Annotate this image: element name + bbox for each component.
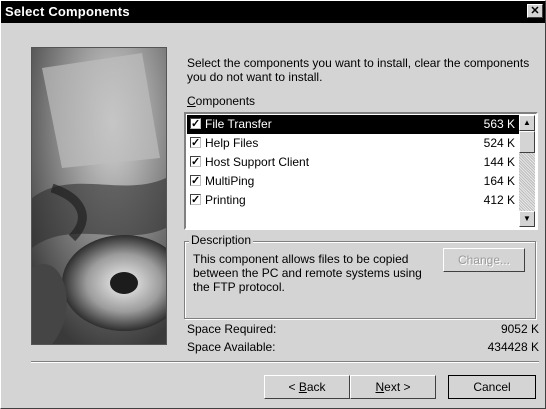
components-scrollbar[interactable]: ▲ ▼ <box>519 115 535 227</box>
components-listbox[interactable]: ✓ File Transfer 563 K ✓ Help Files 524 K… <box>184 112 538 230</box>
component-size: 563 K <box>483 117 515 131</box>
next-rest: ext > <box>384 380 411 394</box>
component-size: 524 K <box>483 136 515 150</box>
component-name: Host Support Client <box>205 155 310 169</box>
component-name: MultiPing <box>205 174 255 188</box>
cancel-button[interactable]: Cancel <box>448 375 536 399</box>
component-size: 412 K <box>483 193 515 207</box>
component-name: Help Files <box>205 136 259 150</box>
checkbox-checked-icon[interactable]: ✓ <box>190 194 201 206</box>
select-components-dialog: Select Components ✕ Select the component… <box>0 0 546 409</box>
space-available-row: Space Available: 434428 K <box>187 340 539 354</box>
next-button[interactable]: Next > <box>350 375 436 399</box>
back-button[interactable]: < Back <box>264 375 350 399</box>
checkbox-checked-icon[interactable]: ✓ <box>190 175 201 187</box>
component-row-printing[interactable]: ✓ Printing 412 K <box>187 191 519 210</box>
component-row-host-support-client[interactable]: ✓ Host Support Client 144 K <box>187 153 519 172</box>
component-row-multiping[interactable]: ✓ MultiPing 164 K <box>187 172 519 191</box>
component-row-help-files[interactable]: ✓ Help Files 524 K <box>187 134 519 153</box>
component-name: File Transfer <box>205 117 272 131</box>
space-available-value: 434428 K <box>487 340 539 354</box>
space-required-label: Space Required: <box>187 322 277 336</box>
checkbox-checked-icon[interactable]: ✓ <box>190 118 201 130</box>
component-name: Printing <box>205 193 246 207</box>
scroll-thumb[interactable] <box>519 131 535 153</box>
components-label-rest: omponents <box>195 94 256 108</box>
component-size: 144 K <box>483 155 515 169</box>
checkbox-checked-icon[interactable]: ✓ <box>190 137 201 149</box>
space-available-label: Space Available: <box>187 340 276 354</box>
title-bar[interactable]: Select Components ✕ <box>1 1 545 23</box>
space-required-row: Space Required: 9052 K <box>187 322 539 336</box>
close-icon[interactable]: ✕ <box>527 4 543 18</box>
instruction-text: Select the components you want to instal… <box>187 56 530 84</box>
next-accel: N <box>375 380 385 394</box>
components-list: ✓ File Transfer 563 K ✓ Help Files 524 K… <box>187 115 519 227</box>
scroll-down-icon[interactable]: ▼ <box>519 211 535 227</box>
divider <box>31 361 539 363</box>
back-rest: ack <box>306 380 326 394</box>
component-row-file-transfer[interactable]: ✓ File Transfer 563 K <box>187 115 519 134</box>
components-accel: C <box>187 94 196 108</box>
change-button[interactable]: Change... <box>443 248 525 272</box>
description-text: This component allows files to be copied… <box>193 252 422 294</box>
component-size: 164 K <box>483 174 515 188</box>
back-prefix: < <box>288 380 299 394</box>
window-title: Select Components <box>5 4 130 19</box>
scroll-up-icon[interactable]: ▲ <box>519 115 535 131</box>
checkbox-checked-icon[interactable]: ✓ <box>190 156 201 168</box>
components-label: Components <box>187 94 255 108</box>
installer-side-image <box>31 47 167 345</box>
space-required-value: 9052 K <box>500 322 539 336</box>
description-legend: Description <box>189 233 254 247</box>
back-accel: B <box>298 380 307 394</box>
